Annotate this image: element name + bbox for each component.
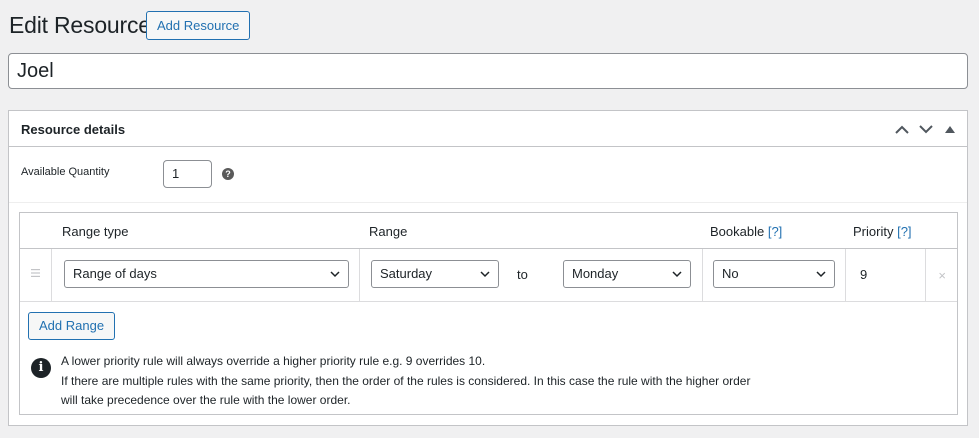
panel-handle-actions (893, 120, 959, 138)
info-icon: i (31, 358, 51, 378)
resource-title-input[interactable]: Joel (8, 53, 968, 89)
help-icon[interactable]: ? (222, 168, 234, 180)
cell-divider (925, 249, 926, 302)
cell-divider (702, 249, 703, 302)
quantity-row: Available Quantity 1 ? (9, 148, 967, 203)
range-from-value: Saturday (380, 266, 433, 281)
resource-details-panel: Resource details Available Quantity 1 ? … (8, 110, 968, 426)
triangle-up-icon[interactable] (941, 120, 959, 138)
chevron-down-icon (480, 271, 490, 278)
header-bookable: Bookable [?] (710, 224, 782, 239)
chevron-down-icon[interactable] (917, 120, 935, 138)
range-to-value: Monday (572, 266, 619, 281)
priority-help-link[interactable]: [?] (897, 224, 911, 239)
availability-rules-table: Range type Range Bookable [?] Priority [… (19, 212, 958, 415)
panel-header: Resource details (9, 111, 967, 147)
cell-divider (359, 249, 360, 302)
bookable-select[interactable]: No (713, 260, 835, 288)
table-row: Range of days Saturday to Monday No 9 × (20, 249, 957, 302)
range-type-select[interactable]: Range of days (64, 260, 349, 288)
chevron-down-icon (672, 271, 682, 278)
cell-divider (845, 249, 846, 302)
header-bookable-label: Bookable (710, 224, 765, 239)
header-priority-label: Priority (853, 224, 894, 239)
note-line: A lower priority rule will always overri… (61, 354, 486, 368)
note-line: If there are multiple rules with the sam… (61, 373, 751, 388)
panel-title: Resource details (21, 122, 126, 137)
drag-handle-icon[interactable] (31, 269, 40, 279)
chevron-down-icon (330, 271, 340, 278)
bookable-value: No (722, 266, 739, 281)
cell-divider (51, 249, 52, 302)
bookable-help-link[interactable]: [?] (768, 224, 782, 239)
range-to-label: to (517, 267, 528, 282)
range-from-select[interactable]: Saturday (371, 260, 499, 288)
quantity-input[interactable]: 1 (163, 160, 212, 188)
header-range: Range (369, 224, 408, 239)
range-type-value: Range of days (73, 266, 157, 281)
page-title: Edit Resource (9, 12, 151, 38)
add-resource-button[interactable]: Add Resource (146, 11, 251, 40)
chevron-up-icon[interactable] (893, 120, 911, 138)
add-range-button[interactable]: Add Range (28, 312, 116, 340)
remove-rule-icon[interactable]: × (938, 268, 946, 283)
rules-table-header: Range type Range Bookable [?] Priority [… (20, 213, 957, 249)
header-priority: Priority [?] (853, 224, 912, 239)
note-line: will take precedence over the rule with … (61, 393, 351, 407)
range-to-select[interactable]: Monday (563, 260, 691, 288)
chevron-down-icon (816, 271, 826, 278)
quantity-label: Available Quantity (21, 166, 110, 178)
priority-input[interactable]: 9 (860, 267, 867, 282)
header-range-type: Range type (62, 224, 129, 239)
priority-notes: A lower priority rule will always overri… (61, 352, 750, 411)
